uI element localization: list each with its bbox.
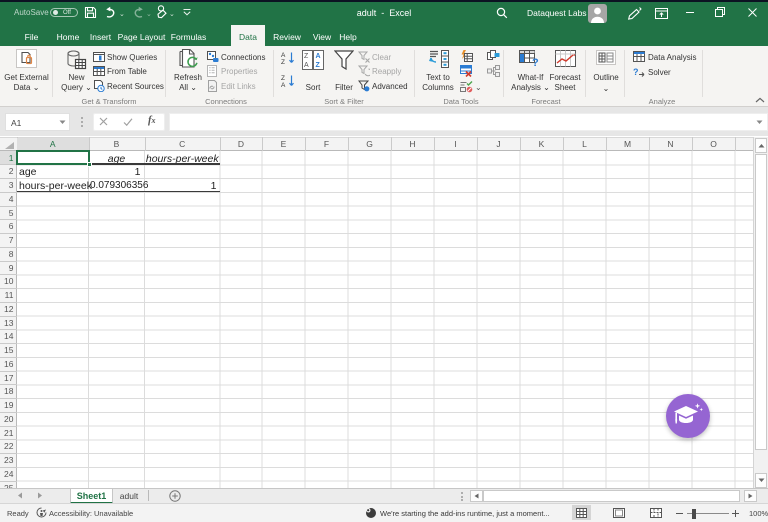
svg-text:Z: Z [281, 75, 285, 82]
svg-text:A: A [281, 52, 286, 59]
svg-text:A: A [304, 62, 309, 69]
svg-text:Z: Z [316, 62, 321, 69]
svg-text:?: ? [633, 67, 639, 77]
svg-text:Z: Z [304, 53, 309, 60]
svg-text:Z: Z [281, 59, 285, 65]
svg-text:A: A [316, 53, 321, 60]
svg-text:?: ? [532, 57, 539, 67]
svg-text:A: A [281, 82, 286, 88]
